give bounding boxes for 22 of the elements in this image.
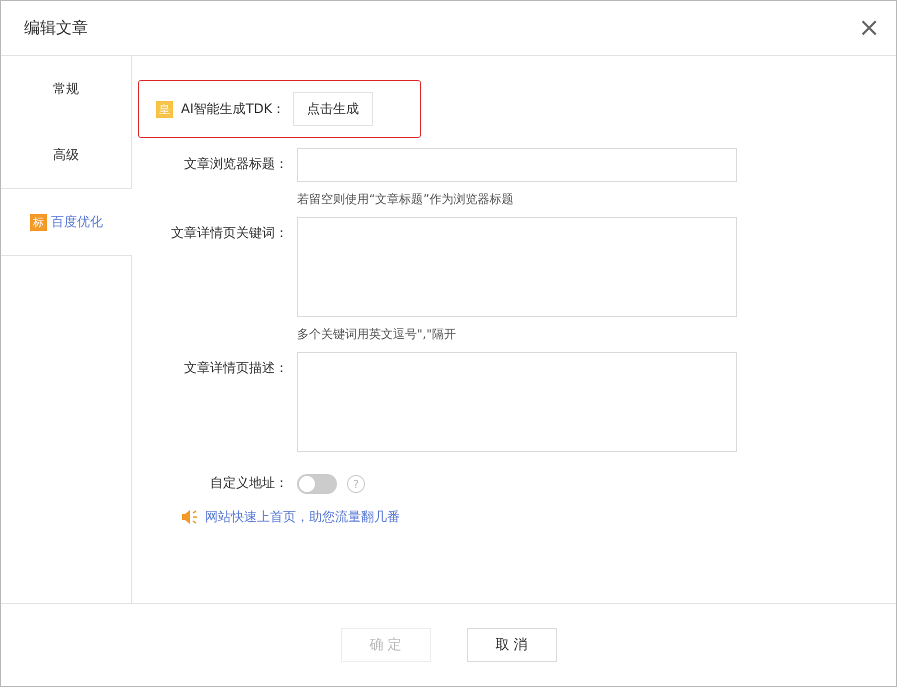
- generate-button[interactable]: 点击生成: [293, 92, 374, 126]
- text-area[interactable]: [297, 352, 737, 452]
- field-label: 文章详情页描述：: [183, 360, 289, 378]
- tab[interactable]: 常规: [1, 56, 132, 122]
- toggle-switch[interactable]: [297, 474, 337, 494]
- field-label: 文章详情页关键词：: [170, 225, 289, 243]
- field-label: AI智能生成TDK：: [181, 101, 286, 118]
- text-area[interactable]: [297, 217, 737, 317]
- hint-text: 若留空则使用“文章标题”作为浏览器标题: [297, 191, 514, 207]
- close-button[interactable]: ×: [854, 15, 884, 41]
- hint-text: 多个关键词用英文逗号","隔开: [297, 326, 457, 342]
- tag-icon: 标: [30, 214, 47, 230]
- tab[interactable]: 高级: [1, 122, 132, 189]
- promo-link[interactable]: 网站快速上首页，助您流量翻几番: [205, 508, 400, 526]
- dialog-button[interactable]: 取 消: [466, 628, 556, 662]
- tab[interactable]: 标 百度优化: [1, 189, 132, 256]
- field-label: 自定义地址：: [209, 475, 289, 493]
- crown-icon: 皇: [156, 100, 173, 118]
- field-label: 文章浏览器标题：: [183, 156, 289, 174]
- speaker-icon: [181, 510, 199, 524]
- dialog-title: 编辑文章: [24, 18, 88, 38]
- input-field[interactable]: [297, 148, 737, 182]
